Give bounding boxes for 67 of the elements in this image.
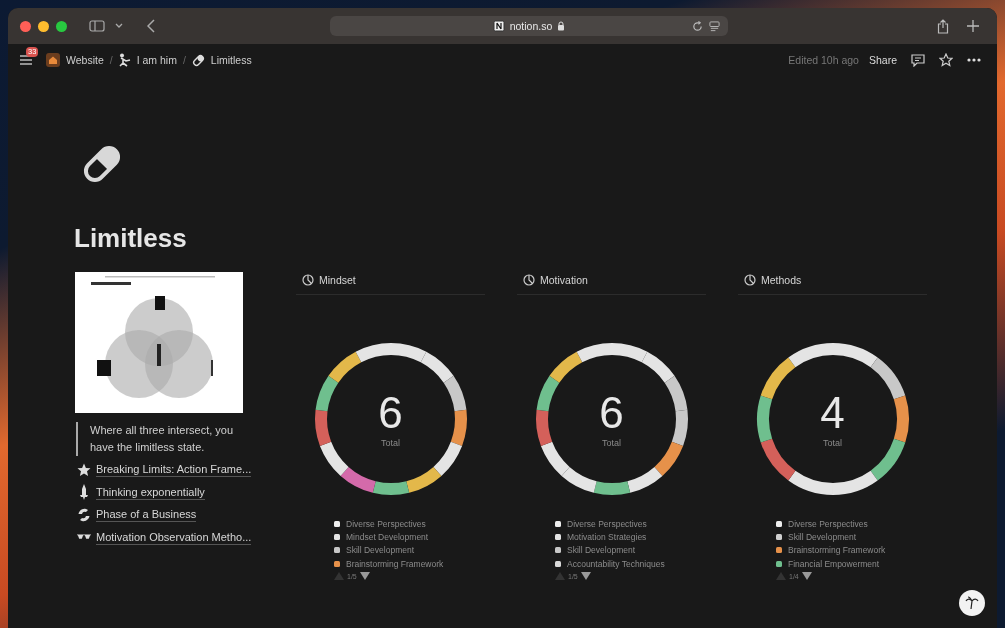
breadcrumb-separator: /: [182, 54, 186, 66]
chart-title[interactable]: Mindset: [319, 274, 356, 286]
pie-chart-icon: [302, 274, 314, 286]
house-icon: [46, 53, 60, 67]
legend-label: Motivation Strategies: [567, 531, 647, 542]
share-icon[interactable]: [937, 18, 949, 34]
address-bar[interactable]: notion.so: [330, 16, 728, 36]
close-button[interactable]: [20, 20, 31, 32]
chevron-down-icon[interactable]: [115, 23, 123, 29]
lock-icon: [557, 21, 566, 31]
menu-icon[interactable]: [20, 54, 34, 66]
page-title: Limitless: [74, 222, 188, 254]
new-tab-icon[interactable]: [967, 20, 979, 32]
down-arrow-icon[interactable]: [359, 572, 370, 581]
page-link[interactable]: Motivation Observation Metho...: [96, 529, 252, 545]
site-logo-icon: [492, 20, 505, 32]
page-link[interactable]: Breaking Limits: Action Frame...: [96, 462, 252, 478]
down-arrow-icon[interactable]: [580, 572, 591, 581]
reload-icon[interactable]: [692, 20, 703, 32]
sidebar-icon[interactable]: [89, 20, 105, 32]
legend-label: Financial Empowerment: [788, 558, 880, 569]
total-label: Total: [823, 438, 842, 448]
breadcrumb-link[interactable]: Website: [46, 53, 104, 67]
breadcrumb-link[interactable]: I am him: [118, 53, 177, 67]
pie-chart-icon: [744, 274, 756, 286]
legend-label: Skill Development: [346, 545, 415, 556]
star-icon: [77, 462, 91, 477]
edited-time: Edited 10h ago: [788, 54, 859, 66]
legend-label: Brainstorming Framework: [346, 558, 444, 569]
glasses-icon: [77, 533, 91, 542]
total-label: Total: [381, 438, 400, 448]
palm-tree-icon: [965, 596, 979, 610]
rocket-icon: [77, 484, 91, 501]
pie-chart-icon: [523, 274, 535, 286]
chart-title[interactable]: Motivation: [540, 274, 588, 286]
legend-label: Skill Development: [788, 531, 857, 542]
zoom-button[interactable]: [56, 20, 67, 32]
breadcrumb-separator: /: [109, 54, 113, 66]
page-link[interactable]: Thinking exponentially: [96, 484, 205, 500]
figure-icon: [118, 53, 131, 67]
share-button[interactable]: Share: [868, 54, 897, 66]
more-icon[interactable]: [967, 58, 981, 62]
back-icon[interactable]: [147, 19, 155, 33]
legend-label: Brainstorming Framework: [788, 545, 886, 556]
comment-icon[interactable]: [911, 53, 925, 67]
total-count: 4: [820, 390, 845, 436]
legend-label: Mindset Development: [346, 531, 429, 542]
page-link[interactable]: Phase of a Business: [96, 507, 197, 523]
address-text: notion.so: [509, 20, 553, 32]
reader-icon[interactable]: [709, 20, 720, 32]
legend-label: Diverse Perspectives: [788, 518, 868, 529]
down-arrow-icon[interactable]: [801, 572, 812, 581]
chart-title[interactable]: Methods: [761, 274, 802, 286]
legend-label: Diverse Perspectives: [567, 518, 647, 529]
legend-label: Skill Development: [567, 545, 636, 556]
legend-label: Diverse Perspectives: [346, 518, 426, 529]
quote-block: Where all three intersect, you have the limitless state.: [76, 422, 250, 456]
minimize-button[interactable]: [38, 20, 49, 32]
breadcrumb-link[interactable]: Limitless: [191, 53, 252, 67]
total-label: Total: [602, 438, 621, 448]
star-icon[interactable]: [939, 53, 953, 67]
pill-icon: [191, 53, 205, 67]
legend-label: Accountability Techniques: [567, 558, 665, 569]
total-count: 6: [599, 390, 624, 436]
total-count: 6: [378, 390, 403, 436]
assistant-button[interactable]: [959, 590, 985, 616]
cycle-icon: [77, 507, 91, 522]
